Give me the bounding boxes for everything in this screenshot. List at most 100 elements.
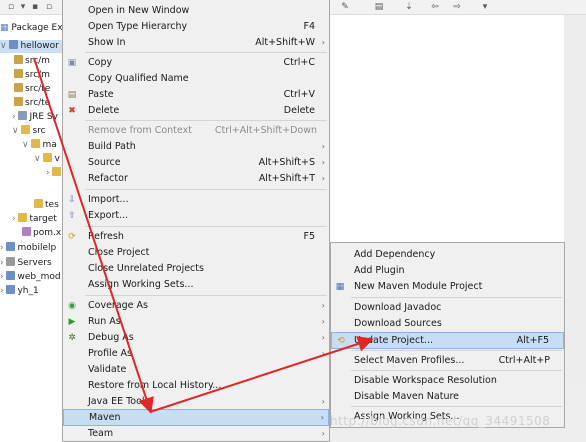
chevron-right-icon: › <box>321 429 325 438</box>
submenu-select-maven-profiles[interactable]: Select Maven Profiles... Ctrl+Alt+P <box>331 353 564 369</box>
update-icon: ⟲ <box>337 336 345 346</box>
menu-restore-from-local-history[interactable]: Restore from Local History... <box>63 378 329 394</box>
annotation-icon[interactable]: ▤ <box>374 2 384 12</box>
menu-export[interactable]: ⇧ Export... <box>63 208 329 224</box>
tree-item-web-inf[interactable]: › <box>46 167 63 180</box>
source-folder-icon <box>14 69 23 78</box>
tree-item-pom[interactable]: pom.x <box>22 227 61 240</box>
menu-close-project[interactable]: Close Project <box>63 245 329 261</box>
project-icon <box>6 242 16 251</box>
coverage-icon: ◉ <box>68 301 76 311</box>
menu-profile-as[interactable]: Profile As › <box>63 346 329 362</box>
folder-icon <box>52 167 62 176</box>
forward-icon[interactable]: ⇨ <box>452 2 462 12</box>
save-icon[interactable]: ▪ <box>30 2 40 12</box>
chevron-right-icon: › <box>321 397 325 406</box>
menu-copy[interactable]: ▣ Copy Ctrl+C <box>63 55 329 71</box>
menu-team[interactable]: Team › <box>63 426 329 442</box>
import-icon: ⇩ <box>68 195 76 205</box>
tree-item-src[interactable]: ∨ src <box>12 125 46 138</box>
tree-item-servers[interactable]: › Servers <box>0 257 52 270</box>
tree-item-target[interactable]: › target <box>12 213 57 226</box>
tree-item-src-main-java[interactable]: src/m <box>14 55 50 68</box>
tree-item-helloworld[interactable]: ∨ hellowor <box>0 40 62 53</box>
watermark-text: http://blog.csdn.net/qq_34491508 <box>330 414 551 428</box>
folder-icon <box>34 199 43 208</box>
menu-open-type-hierarchy[interactable]: Open Type Hierarchy F4 <box>63 19 329 35</box>
folder-icon <box>18 213 28 222</box>
back-icon[interactable]: ⇦ <box>430 2 440 12</box>
folder-icon <box>31 139 41 148</box>
tree-item-main[interactable]: ∨ ma <box>22 139 57 152</box>
package-icon: ▦ <box>0 23 9 33</box>
chevron-right-icon: › <box>321 349 325 358</box>
context-menu: Open in New Window Open Type Hierarchy F… <box>62 0 330 442</box>
project-icon <box>6 285 16 294</box>
paste-icon: ▤ <box>67 90 77 100</box>
tree-item-src-main-resources[interactable]: src/m <box>14 69 50 82</box>
run-icon: ▶ <box>68 317 76 327</box>
print-icon[interactable]: ▫ <box>44 2 54 12</box>
menu-separator <box>85 189 327 190</box>
chevron-right-icon: › <box>321 333 325 342</box>
chevron-down-icon[interactable]: ▾ <box>18 2 28 12</box>
submenu-download-javadoc[interactable]: Download Javadoc <box>331 300 564 316</box>
menu-validate[interactable]: Validate <box>63 362 329 378</box>
tree-item-yh-1[interactable]: › yh_1 <box>0 285 39 298</box>
chevron-right-icon: › <box>321 142 325 151</box>
export-icon: ⇧ <box>68 211 76 221</box>
chevron-right-icon: › <box>321 174 325 183</box>
menu-refactor[interactable]: Refactor Alt+Shift+T › <box>63 171 329 187</box>
chevron-right-icon: › <box>321 158 325 167</box>
editor-area-edge <box>564 15 586 442</box>
submenu-disable-workspace-resolution[interactable]: Disable Workspace Resolution <box>331 373 564 389</box>
menu-separator <box>351 406 562 407</box>
tree-item-web-mod[interactable]: › web_mod <box>0 271 61 284</box>
pin-icon[interactable]: ✎ <box>340 2 350 12</box>
menu-open-in-new-window[interactable]: Open in New Window <box>63 3 329 19</box>
menu-separator <box>351 297 562 298</box>
package-explorer-title[interactable]: ▦ Package Exp <box>0 23 64 37</box>
menu-separator <box>85 295 327 296</box>
menu-run-as[interactable]: ▶ Run As › <box>63 314 329 330</box>
menu-refresh[interactable]: ⟳ Refresh F5 <box>63 229 329 245</box>
library-icon <box>18 111 28 120</box>
source-folder-icon <box>14 55 23 64</box>
menu-coverage-as[interactable]: ◉ Coverage As › <box>63 298 329 314</box>
tree-item-mobilelp[interactable]: › mobilelp <box>0 242 56 255</box>
submenu-update-project[interactable]: ⟲ Update Project... Alt+F5 <box>331 332 564 349</box>
package-explorer: ▦ Package Exp ∨ hellowor src/m src/m src… <box>0 15 64 442</box>
menu-show-in[interactable]: Show In Alt+Shift+W › <box>63 35 329 51</box>
submenu-download-sources[interactable]: Download Sources <box>331 316 564 332</box>
menu-import[interactable]: ⇩ Import... <box>63 192 329 208</box>
tree-item-webapp[interactable]: ∨ v <box>34 153 60 166</box>
tree-item-test[interactable]: tes <box>34 199 59 212</box>
menu-java-ee-tools[interactable]: Java EE Tools › <box>63 394 329 410</box>
tree-item-src-test-java[interactable]: src/te <box>14 83 50 96</box>
menu-delete[interactable]: ✖ Delete Delete <box>63 103 329 119</box>
submenu-disable-maven-nature[interactable]: Disable Maven Nature <box>331 389 564 405</box>
tree-item-jre-system-library[interactable]: › JRE Sy <box>12 111 58 124</box>
delete-x-icon: ✖ <box>68 106 76 116</box>
folder-icon <box>6 257 16 266</box>
menu-remove-from-context[interactable]: Remove from Context Ctrl+Alt+Shift+Down <box>63 123 329 139</box>
submenu-add-plugin[interactable]: Add Plugin <box>331 263 564 279</box>
submenu-add-dependency[interactable]: Add Dependency <box>331 247 564 263</box>
tree-item-src-test-resources[interactable]: src/te <box>14 97 50 110</box>
menu-close-unrelated-projects[interactable]: Close Unrelated Projects <box>63 261 329 277</box>
menu-copy-qualified-name[interactable]: Copy Qualified Name <box>63 71 329 87</box>
menu-build-path[interactable]: Build Path › <box>63 139 329 155</box>
project-icon <box>9 40 19 49</box>
menu-debug-as[interactable]: ✲ Debug As › <box>63 330 329 346</box>
source-folder-icon <box>14 83 23 92</box>
menu-assign-working-sets[interactable]: Assign Working Sets... <box>63 277 329 293</box>
submenu-new-maven-module-project[interactable]: ▦ New Maven Module Project <box>331 279 564 295</box>
menu-paste[interactable]: ▤ Paste Ctrl+V <box>63 87 329 103</box>
maven-submenu: Add Dependency Add Plugin ▦ New Maven Mo… <box>330 242 565 428</box>
menu-source[interactable]: Source Alt+Shift+S › <box>63 155 329 171</box>
new-file-icon[interactable]: ▫ <box>6 2 16 12</box>
menu-maven[interactable]: Maven › <box>63 409 329 426</box>
folder-icon <box>21 125 31 134</box>
next-annotation-icon[interactable]: ⇣ <box>404 2 414 12</box>
forward-dropdown-icon[interactable]: ▾ <box>480 2 490 12</box>
